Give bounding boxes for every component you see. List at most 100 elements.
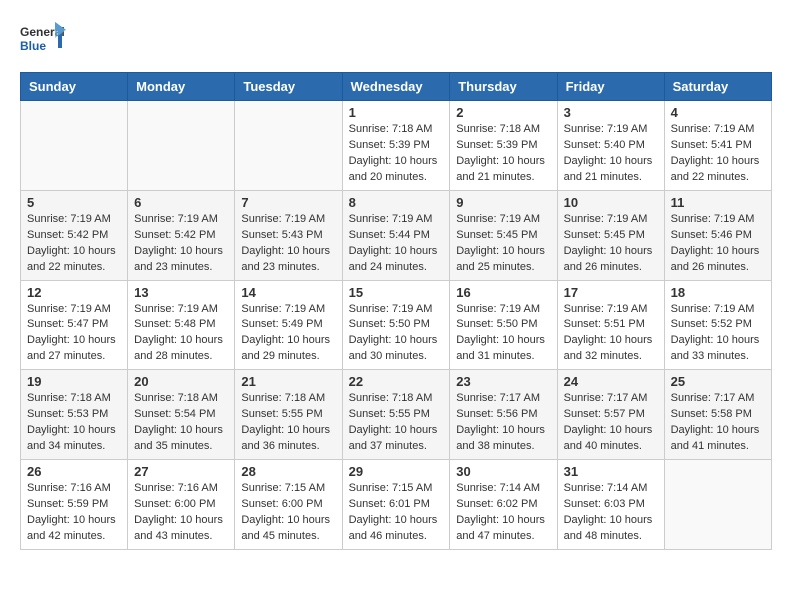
calendar-cell: 17 Sunrise: 7:19 AM Sunset: 5:51 PM Dayli… bbox=[557, 280, 664, 370]
day-info: Sunrise: 7:19 AM Sunset: 5:46 PM Dayligh… bbox=[671, 212, 765, 276]
calendar-cell bbox=[128, 101, 235, 191]
calendar-cell: 15 Sunrise: 7:19 AM Sunset: 5:50 PM Dayli… bbox=[342, 280, 450, 370]
day-number: 9 bbox=[456, 195, 550, 210]
day-number: 27 bbox=[134, 464, 228, 479]
day-info: Sunrise: 7:19 AM Sunset: 5:50 PM Dayligh… bbox=[349, 302, 444, 366]
weekday-header: Tuesday bbox=[235, 73, 342, 101]
day-info: Sunrise: 7:18 AM Sunset: 5:55 PM Dayligh… bbox=[241, 391, 335, 455]
calendar-cell: 9 Sunrise: 7:19 AM Sunset: 5:45 PM Daylig… bbox=[450, 190, 557, 280]
page-header: General Blue bbox=[20, 20, 772, 62]
day-info: Sunrise: 7:18 AM Sunset: 5:54 PM Dayligh… bbox=[134, 391, 228, 455]
calendar-cell: 14 Sunrise: 7:19 AM Sunset: 5:49 PM Dayli… bbox=[235, 280, 342, 370]
day-number: 18 bbox=[671, 285, 765, 300]
calendar-cell: 6 Sunrise: 7:19 AM Sunset: 5:42 PM Daylig… bbox=[128, 190, 235, 280]
logo: General Blue bbox=[20, 20, 68, 62]
day-info: Sunrise: 7:19 AM Sunset: 5:42 PM Dayligh… bbox=[27, 212, 121, 276]
day-info: Sunrise: 7:19 AM Sunset: 5:49 PM Dayligh… bbox=[241, 302, 335, 366]
day-info: Sunrise: 7:17 AM Sunset: 5:56 PM Dayligh… bbox=[456, 391, 550, 455]
weekday-header: Saturday bbox=[664, 73, 771, 101]
day-number: 19 bbox=[27, 374, 121, 389]
day-info: Sunrise: 7:19 AM Sunset: 5:45 PM Dayligh… bbox=[564, 212, 658, 276]
weekday-header: Monday bbox=[128, 73, 235, 101]
day-number: 1 bbox=[349, 105, 444, 120]
day-info: Sunrise: 7:19 AM Sunset: 5:45 PM Dayligh… bbox=[456, 212, 550, 276]
day-info: Sunrise: 7:19 AM Sunset: 5:44 PM Dayligh… bbox=[349, 212, 444, 276]
day-info: Sunrise: 7:16 AM Sunset: 6:00 PM Dayligh… bbox=[134, 481, 228, 545]
day-info: Sunrise: 7:18 AM Sunset: 5:39 PM Dayligh… bbox=[349, 122, 444, 186]
calendar-cell: 24 Sunrise: 7:17 AM Sunset: 5:57 PM Dayli… bbox=[557, 370, 664, 460]
weekday-header: Sunday bbox=[21, 73, 128, 101]
calendar-cell: 10 Sunrise: 7:19 AM Sunset: 5:45 PM Dayli… bbox=[557, 190, 664, 280]
weekday-header-row: SundayMondayTuesdayWednesdayThursdayFrid… bbox=[21, 73, 772, 101]
day-info: Sunrise: 7:19 AM Sunset: 5:51 PM Dayligh… bbox=[564, 302, 658, 366]
day-number: 15 bbox=[349, 285, 444, 300]
day-number: 2 bbox=[456, 105, 550, 120]
day-info: Sunrise: 7:19 AM Sunset: 5:40 PM Dayligh… bbox=[564, 122, 658, 186]
calendar-cell: 28 Sunrise: 7:15 AM Sunset: 6:00 PM Dayli… bbox=[235, 460, 342, 550]
calendar-cell: 2 Sunrise: 7:18 AM Sunset: 5:39 PM Daylig… bbox=[450, 101, 557, 191]
day-number: 17 bbox=[564, 285, 658, 300]
day-number: 13 bbox=[134, 285, 228, 300]
day-info: Sunrise: 7:17 AM Sunset: 5:58 PM Dayligh… bbox=[671, 391, 765, 455]
day-number: 31 bbox=[564, 464, 658, 479]
day-info: Sunrise: 7:19 AM Sunset: 5:42 PM Dayligh… bbox=[134, 212, 228, 276]
day-number: 14 bbox=[241, 285, 335, 300]
day-number: 24 bbox=[564, 374, 658, 389]
day-number: 26 bbox=[27, 464, 121, 479]
day-number: 30 bbox=[456, 464, 550, 479]
day-number: 28 bbox=[241, 464, 335, 479]
day-info: Sunrise: 7:15 AM Sunset: 6:01 PM Dayligh… bbox=[349, 481, 444, 545]
calendar-cell: 23 Sunrise: 7:17 AM Sunset: 5:56 PM Dayli… bbox=[450, 370, 557, 460]
calendar-cell bbox=[235, 101, 342, 191]
calendar-cell: 11 Sunrise: 7:19 AM Sunset: 5:46 PM Dayli… bbox=[664, 190, 771, 280]
logo-svg: General Blue bbox=[20, 20, 68, 62]
day-number: 6 bbox=[134, 195, 228, 210]
day-number: 20 bbox=[134, 374, 228, 389]
calendar-week-row: 5 Sunrise: 7:19 AM Sunset: 5:42 PM Daylig… bbox=[21, 190, 772, 280]
day-number: 22 bbox=[349, 374, 444, 389]
day-info: Sunrise: 7:19 AM Sunset: 5:41 PM Dayligh… bbox=[671, 122, 765, 186]
day-number: 12 bbox=[27, 285, 121, 300]
calendar-cell: 19 Sunrise: 7:18 AM Sunset: 5:53 PM Dayli… bbox=[21, 370, 128, 460]
calendar-cell: 12 Sunrise: 7:19 AM Sunset: 5:47 PM Dayli… bbox=[21, 280, 128, 370]
day-info: Sunrise: 7:14 AM Sunset: 6:03 PM Dayligh… bbox=[564, 481, 658, 545]
calendar-cell: 13Sunrise: 7:19 AM Sunset: 5:48 PM Dayli… bbox=[128, 280, 235, 370]
day-number: 23 bbox=[456, 374, 550, 389]
calendar-cell: 30Sunrise: 7:14 AM Sunset: 6:02 PM Dayli… bbox=[450, 460, 557, 550]
day-info: Sunrise: 7:19 AM Sunset: 5:50 PM Dayligh… bbox=[456, 302, 550, 366]
calendar-cell: 5 Sunrise: 7:19 AM Sunset: 5:42 PM Daylig… bbox=[21, 190, 128, 280]
calendar-table: SundayMondayTuesdayWednesdayThursdayFrid… bbox=[20, 72, 772, 550]
calendar-cell: 29 Sunrise: 7:15 AM Sunset: 6:01 PM Dayli… bbox=[342, 460, 450, 550]
day-number: 29 bbox=[349, 464, 444, 479]
day-info: Sunrise: 7:16 AM Sunset: 5:59 PM Dayligh… bbox=[27, 481, 121, 545]
calendar-cell: 7Sunrise: 7:19 AM Sunset: 5:43 PM Daylig… bbox=[235, 190, 342, 280]
day-info: Sunrise: 7:17 AM Sunset: 5:57 PM Dayligh… bbox=[564, 391, 658, 455]
day-number: 7 bbox=[241, 195, 335, 210]
day-info: Sunrise: 7:18 AM Sunset: 5:39 PM Dayligh… bbox=[456, 122, 550, 186]
calendar-cell: 20 Sunrise: 7:18 AM Sunset: 5:54 PM Dayli… bbox=[128, 370, 235, 460]
calendar-cell: 18 Sunrise: 7:19 AM Sunset: 5:52 PM Dayli… bbox=[664, 280, 771, 370]
calendar-cell: 4 Sunrise: 7:19 AM Sunset: 5:41 PM Daylig… bbox=[664, 101, 771, 191]
day-number: 5 bbox=[27, 195, 121, 210]
weekday-header: Friday bbox=[557, 73, 664, 101]
day-number: 16 bbox=[456, 285, 550, 300]
calendar-cell: 16 Sunrise: 7:19 AM Sunset: 5:50 PM Dayli… bbox=[450, 280, 557, 370]
day-info: Sunrise: 7:19 AM Sunset: 5:52 PM Dayligh… bbox=[671, 302, 765, 366]
day-number: 4 bbox=[671, 105, 765, 120]
calendar-week-row: 19 Sunrise: 7:18 AM Sunset: 5:53 PM Dayli… bbox=[21, 370, 772, 460]
calendar-cell: 3Sunrise: 7:19 AM Sunset: 5:40 PM Daylig… bbox=[557, 101, 664, 191]
calendar-week-row: 1 Sunrise: 7:18 AM Sunset: 5:39 PM Daylig… bbox=[21, 101, 772, 191]
day-info: Sunrise: 7:18 AM Sunset: 5:53 PM Dayligh… bbox=[27, 391, 121, 455]
calendar-cell: 27 Sunrise: 7:16 AM Sunset: 6:00 PM Dayli… bbox=[128, 460, 235, 550]
day-number: 11 bbox=[671, 195, 765, 210]
calendar-cell: 25Sunrise: 7:17 AM Sunset: 5:58 PM Dayli… bbox=[664, 370, 771, 460]
svg-text:Blue: Blue bbox=[20, 39, 46, 53]
day-info: Sunrise: 7:19 AM Sunset: 5:47 PM Dayligh… bbox=[27, 302, 121, 366]
day-number: 10 bbox=[564, 195, 658, 210]
day-info: Sunrise: 7:15 AM Sunset: 6:00 PM Dayligh… bbox=[241, 481, 335, 545]
calendar-cell: 26 Sunrise: 7:16 AM Sunset: 5:59 PM Dayli… bbox=[21, 460, 128, 550]
calendar-cell: 31 Sunrise: 7:14 AM Sunset: 6:03 PM Dayli… bbox=[557, 460, 664, 550]
day-number: 21 bbox=[241, 374, 335, 389]
calendar-cell: 8 Sunrise: 7:19 AM Sunset: 5:44 PM Daylig… bbox=[342, 190, 450, 280]
day-number: 8 bbox=[349, 195, 444, 210]
